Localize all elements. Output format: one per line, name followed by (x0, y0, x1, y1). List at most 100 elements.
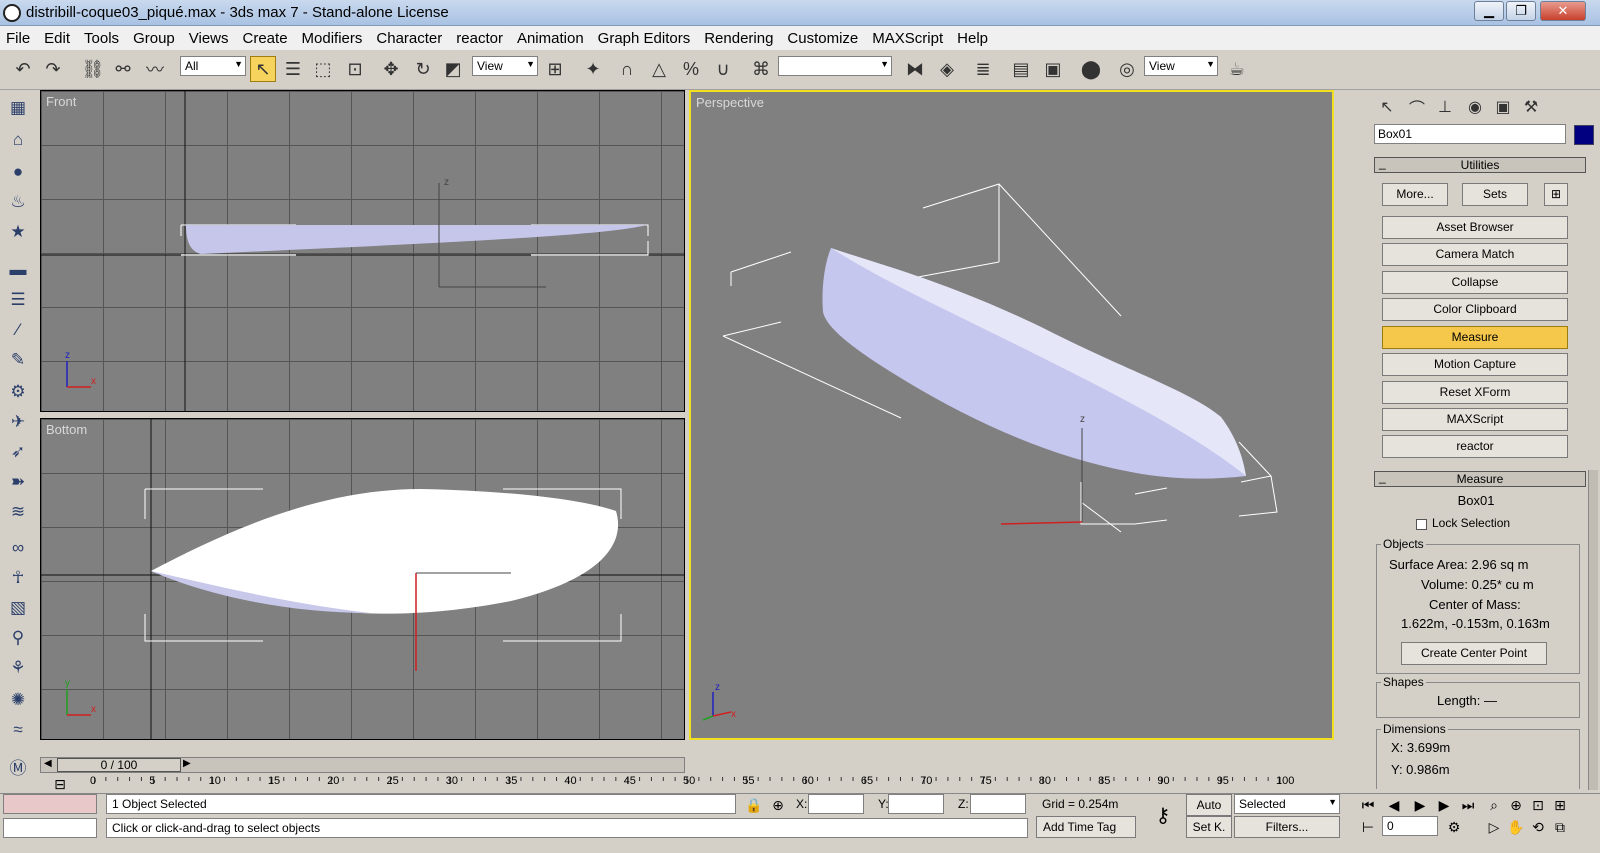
maximize-button[interactable]: ❐ (1506, 1, 1536, 21)
add-time-tag-button[interactable]: Add Time Tag (1036, 816, 1136, 838)
compound-tab-icon[interactable]: ▬ (6, 258, 30, 282)
key-mode-icon[interactable]: ⊢ (1356, 816, 1380, 838)
create-tab-icon[interactable]: ↖ (1374, 94, 1400, 120)
patch-tab-icon[interactable]: ⁄ (6, 318, 30, 342)
menu-character[interactable]: Character (376, 30, 442, 47)
unlink-icon[interactable]: ⚯ (110, 56, 136, 82)
wave-tab-icon[interactable]: ≋ (6, 500, 30, 524)
select-manipulate-icon[interactable]: ✦ (580, 56, 606, 82)
cloth-tab-icon[interactable]: ▧ (6, 596, 30, 620)
sets-button[interactable]: Sets (1462, 183, 1528, 206)
spring-tab-icon[interactable]: ≈ (6, 718, 30, 742)
reactor-tab-icon[interactable]: ∞ (6, 536, 30, 560)
key-filters-button[interactable]: Filters... (1234, 816, 1340, 838)
menu-file[interactable]: File (6, 30, 30, 47)
select-link-icon[interactable]: ⛓ (80, 56, 106, 82)
quick-render-icon[interactable]: ☕ (1224, 56, 1250, 82)
viewport-perspective[interactable]: Perspective z z x (689, 90, 1334, 740)
render-scene-icon[interactable]: ◎ (1114, 56, 1140, 82)
maxscript-tab-icon[interactable]: Ⓜ (6, 754, 30, 778)
utility-camera-match-button[interactable]: Camera Match (1382, 243, 1568, 266)
key-filter-select[interactable]: Selected ▼ (1234, 794, 1340, 814)
named-selection-edit-icon[interactable]: ⌘ (748, 56, 774, 82)
rotate-icon[interactable]: ↻ (410, 56, 436, 82)
close-button[interactable]: ✕ (1540, 1, 1586, 21)
angle-snap-icon[interactable]: △ (646, 56, 672, 82)
play-icon[interactable]: ▶ (1408, 794, 1432, 816)
maxscript-input-mini[interactable] (3, 818, 97, 838)
command-panel-scrollbar[interactable] (1588, 470, 1598, 790)
particles-tab-icon[interactable]: ☰ (6, 288, 30, 312)
constraints-tab-icon[interactable]: ⚲ (6, 626, 30, 650)
select-object-icon[interactable]: ↖ (250, 56, 276, 82)
pan-view-icon[interactable]: ✋ (1504, 816, 1528, 838)
character-tab-icon[interactable]: ☥ (6, 566, 30, 590)
utility-maxscript-button[interactable]: MAXScript (1382, 408, 1568, 431)
previous-frame-icon[interactable]: ◀ (1382, 794, 1406, 816)
helpers-tab-icon[interactable]: ★ (6, 220, 30, 244)
layer-manager-icon[interactable]: ≣ (970, 56, 996, 82)
shapes-tab-icon[interactable]: ⌂ (6, 128, 30, 152)
minimize-button[interactable]: ▁ (1474, 1, 1504, 21)
cameras-tab-icon[interactable]: ✈ (6, 410, 30, 434)
create-center-point-button[interactable]: Create Center Point (1401, 642, 1547, 665)
material-editor-icon[interactable]: ⬤ (1078, 56, 1104, 82)
motor-tab-icon[interactable]: ✺ (6, 688, 30, 712)
menu-views[interactable]: Views (189, 30, 229, 47)
time-slider-handle[interactable]: 0 / 100 (57, 758, 181, 772)
time-next-icon[interactable]: ▶ (183, 758, 191, 769)
lock-selection-checkbox[interactable] (1416, 519, 1427, 530)
next-frame-icon[interactable]: ▶ (1432, 794, 1456, 816)
utility-motion-capture-button[interactable]: Motion Capture (1382, 353, 1568, 376)
hinge-tab-icon[interactable]: ⚘ (6, 656, 30, 680)
auto-key-button[interactable]: Auto (1186, 794, 1232, 816)
spinner-snap-icon[interactable]: ∪ (710, 56, 736, 82)
bind-space-warp-icon[interactable]: 〰 (142, 56, 168, 82)
configure-sets-icon[interactable]: ⊞ (1544, 183, 1568, 206)
menu-create[interactable]: Create (243, 30, 288, 47)
utility-reactor-button[interactable]: reactor (1382, 435, 1568, 458)
menu-modifiers[interactable]: Modifiers (302, 30, 363, 47)
absolute-mode-icon[interactable]: ⊕ (766, 794, 790, 816)
lock-icon[interactable]: 🔒 (742, 794, 766, 816)
lights-tab-icon[interactable]: ♨ (6, 190, 30, 214)
zoom-extents-all-icon[interactable]: ⊞ (1548, 794, 1572, 816)
snap-toggle-icon[interactable]: ∩ (614, 56, 640, 82)
object-color-swatch[interactable] (1574, 125, 1594, 145)
pivot-center-icon[interactable]: ⊞ (542, 56, 568, 82)
arc-rotate-icon[interactable]: ⟲ (1526, 816, 1550, 838)
set-key-icon[interactable]: ⚷ (1146, 800, 1180, 830)
utility-reset-xform-button[interactable]: Reset XForm (1382, 381, 1568, 404)
window-crossing-icon[interactable]: ⊡ (342, 56, 368, 82)
time-configuration-icon[interactable]: ⚙ (1442, 816, 1466, 838)
utilities-rollout-header[interactable]: _ Utilities (1374, 156, 1586, 173)
time-prev-icon[interactable]: ◀ (44, 758, 52, 769)
curve-editor-icon[interactable]: ▤ (1008, 56, 1034, 82)
utility-color-clipboard-button[interactable]: Color Clipboard (1382, 298, 1568, 321)
display-tab-icon[interactable]: ▣ (1490, 94, 1516, 120)
menu-animation[interactable]: Animation (517, 30, 584, 47)
current-frame-field[interactable]: 0 (1382, 816, 1438, 836)
systems-tab-icon[interactable]: ➽ (6, 470, 30, 494)
modify-tab-icon[interactable]: ⌒ (1404, 94, 1430, 120)
go-to-end-icon[interactable]: ⏭ (1456, 794, 1480, 816)
objects-tab-icon[interactable]: ▦ (6, 96, 30, 120)
menu-rendering[interactable]: Rendering (704, 30, 773, 47)
percent-snap-icon[interactable]: % (678, 56, 704, 82)
mini-curve-editor-icon[interactable]: ⊟ (48, 773, 72, 795)
dynamics-tab-icon[interactable]: ⚙ (6, 380, 30, 404)
menu-edit[interactable]: Edit (44, 30, 70, 47)
move-icon[interactable]: ✥ (378, 56, 404, 82)
field-of-view-icon[interactable]: ▷ (1482, 816, 1506, 838)
render-type-select[interactable]: View ▼ (1144, 56, 1218, 76)
reference-coordinate-select[interactable]: View ▼ (472, 56, 538, 76)
z-coordinate-field[interactable] (970, 794, 1026, 814)
utility-asset-browser-button[interactable]: Asset Browser (1382, 216, 1568, 239)
sphere-tab-icon[interactable]: ● (6, 160, 30, 184)
utilities-tab-icon[interactable]: ⚒ (1518, 94, 1544, 120)
utility-collapse-button[interactable]: Collapse (1382, 271, 1568, 294)
utility-measure-button[interactable]: Measure (1382, 326, 1568, 349)
menu-help[interactable]: Help (957, 30, 988, 47)
nurbs-tab-icon[interactable]: ✎ (6, 348, 30, 372)
menu-customize[interactable]: Customize (787, 30, 858, 47)
